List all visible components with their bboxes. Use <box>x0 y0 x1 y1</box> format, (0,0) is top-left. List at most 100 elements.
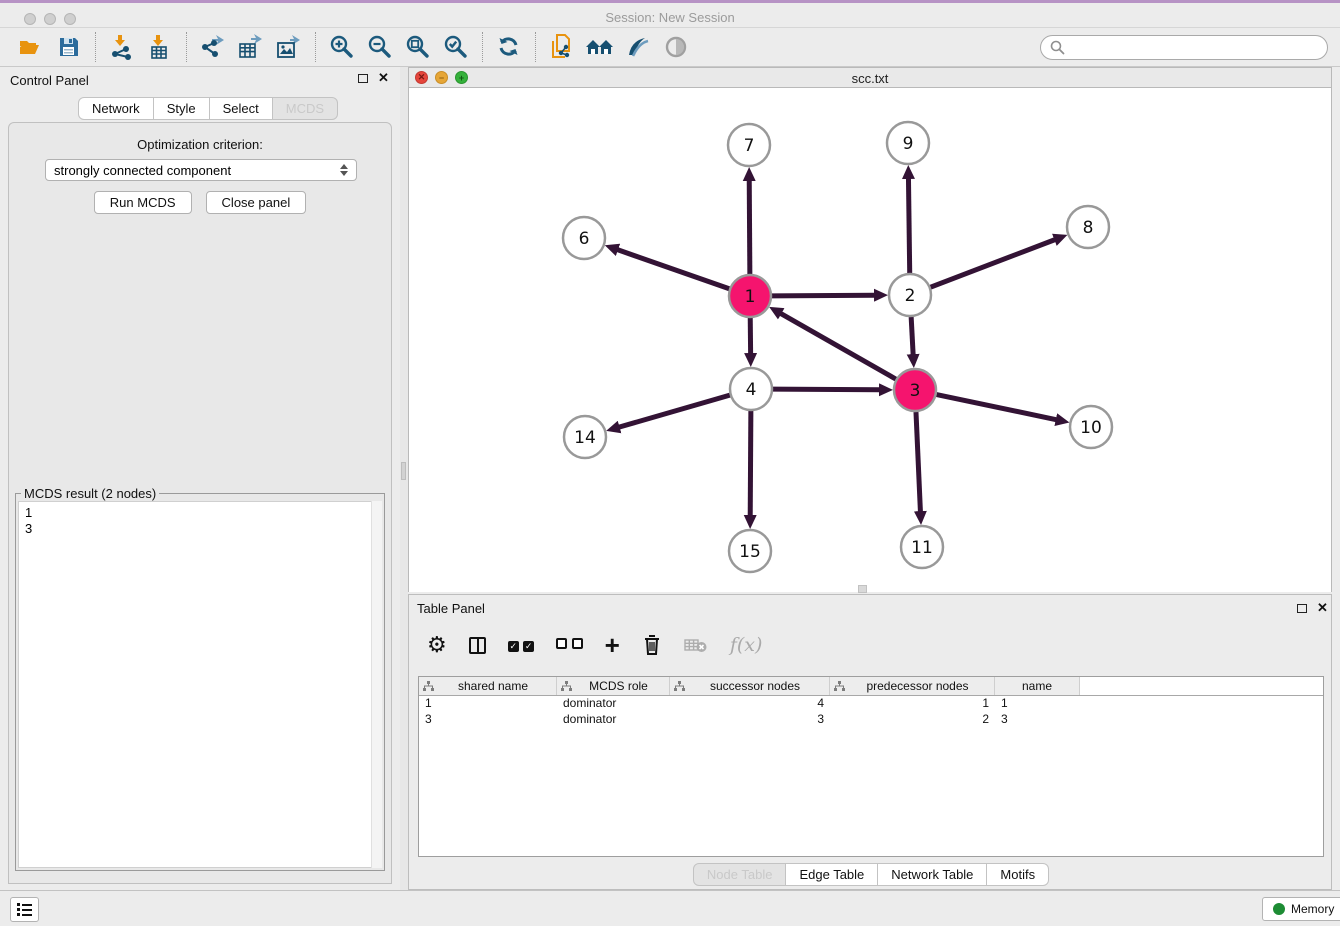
panel-divider[interactable] <box>400 67 408 890</box>
cell-shared-name[interactable]: 1 <box>419 696 557 712</box>
canvas-scrollbar-nub[interactable] <box>858 585 867 593</box>
task-history-button[interactable] <box>10 897 39 922</box>
tab-style[interactable]: Style <box>154 97 210 120</box>
search-box[interactable] <box>1040 35 1328 60</box>
node-label-11: 11 <box>911 538 933 558</box>
columns-icon[interactable] <box>469 637 486 654</box>
column-header[interactable]: predecessor nodes <box>830 677 995 695</box>
cell-shared-name[interactable]: 3 <box>419 712 557 728</box>
toolbar-separator <box>186 32 187 62</box>
import-table-button[interactable] <box>141 31 179 63</box>
eye-icon <box>664 35 688 59</box>
gear-icon[interactable]: ⚙ <box>427 635 447 655</box>
table-panel-title: Table Panel <box>417 601 485 616</box>
run-mcds-button[interactable]: Run MCDS <box>94 191 192 214</box>
table-toolbar: ⚙ ✓ ✓ + f(x) <box>419 627 1323 663</box>
edge-3-11[interactable] <box>916 412 920 512</box>
result-scrollbar[interactable] <box>371 501 382 868</box>
function-builder-icon[interactable]: f(x) <box>730 634 763 656</box>
toolbar-separator <box>315 32 316 62</box>
criterion-value: strongly connected component <box>54 163 231 178</box>
mcds-result-title: MCDS result (2 nodes) <box>21 486 159 501</box>
control-panel-tabs: Network Style Select MCDS <box>78 97 338 120</box>
add-icon[interactable]: + <box>605 635 620 655</box>
zoom-fit-icon <box>405 34 431 60</box>
mcds-result-list[interactable]: 1 3 <box>18 501 382 868</box>
cell-predecessor-nodes[interactable]: 2 <box>830 712 995 728</box>
cell-successor-nodes[interactable]: 3 <box>670 712 830 728</box>
tab-network[interactable]: Network <box>78 97 154 120</box>
clone-network-button[interactable] <box>543 31 581 63</box>
tab-node-table[interactable]: Node Table <box>693 863 787 886</box>
status-bar <box>0 890 1340 926</box>
tab-network-table[interactable]: Network Table <box>878 863 987 886</box>
float-panel-icon[interactable] <box>358 74 368 83</box>
tab-motifs[interactable]: Motifs <box>987 863 1049 886</box>
edge-2-8[interactable] <box>931 239 1056 287</box>
cell-predecessor-nodes[interactable]: 1 <box>830 696 995 712</box>
divider-grip[interactable] <box>401 462 406 480</box>
close-panel-icon[interactable]: ✕ <box>378 73 389 83</box>
export-network-button[interactable] <box>194 31 232 63</box>
export-table-button[interactable] <box>232 31 270 63</box>
open-session-button[interactable] <box>12 31 50 63</box>
import-network-button[interactable] <box>103 31 141 63</box>
delete-table-icon[interactable] <box>684 636 708 654</box>
show-graphics-button[interactable] <box>657 31 695 63</box>
tab-mcds[interactable]: MCDS <box>273 97 338 120</box>
column-header[interactable]: successor nodes <box>670 677 830 695</box>
select-all-icon[interactable]: ✓ ✓ <box>508 636 534 654</box>
zoom-in-button[interactable] <box>323 31 361 63</box>
edge-3-10[interactable] <box>937 395 1057 420</box>
column-header[interactable]: name <box>995 677 1080 695</box>
zoom-out-button[interactable] <box>361 31 399 63</box>
deselect-all-icon[interactable] <box>556 636 582 654</box>
close-panel-icon[interactable]: ✕ <box>1317 603 1328 613</box>
node-table[interactable]: shared name MCDS role successor nodes pr… <box>418 676 1324 857</box>
table-panel-window-buttons: ✕ <box>1297 603 1328 613</box>
edge-1-6[interactable] <box>617 250 729 289</box>
edge-2-9[interactable] <box>908 178 909 273</box>
float-panel-icon[interactable] <box>1297 604 1307 613</box>
export-image-button[interactable] <box>270 31 308 63</box>
session-title: Session: New Session <box>0 10 1340 25</box>
apply-style-button[interactable] <box>619 31 657 63</box>
criterion-dropdown[interactable]: strongly connected component <box>45 159 357 181</box>
close-panel-button[interactable]: Close panel <box>206 191 307 214</box>
cell-name[interactable]: 1 <box>995 696 1080 712</box>
table-row[interactable]: 1 dominator 4 1 1 <box>419 696 1323 712</box>
result-line: 3 <box>25 521 375 537</box>
delete-icon[interactable] <box>642 634 662 656</box>
optimization-criterion-label: Optimization criterion: <box>9 137 391 152</box>
edge-1-2[interactable] <box>772 295 875 296</box>
cell-successor-nodes[interactable]: 4 <box>670 696 830 712</box>
network-graph[interactable]: 7968124314101511 <box>409 88 1331 590</box>
refresh-button[interactable] <box>490 31 528 63</box>
edge-2-3[interactable] <box>911 317 913 355</box>
home-networks-icon <box>585 36 615 58</box>
import-network-icon <box>109 34 135 60</box>
column-header[interactable]: MCDS role <box>557 677 670 695</box>
cell-name[interactable]: 3 <box>995 712 1080 728</box>
cell-mcds-role[interactable]: dominator <box>557 712 670 728</box>
home-networks-button[interactable] <box>581 31 619 63</box>
cell-mcds-role[interactable]: dominator <box>557 696 670 712</box>
table-tabs: Node Table Edge Table Network Table Moti… <box>409 863 1333 886</box>
column-header[interactable]: shared name <box>419 677 557 695</box>
node-label-8: 8 <box>1083 218 1094 238</box>
tab-edge-table[interactable]: Edge Table <box>786 863 878 886</box>
tab-select[interactable]: Select <box>210 97 273 120</box>
edge-4-3[interactable] <box>773 389 880 390</box>
zoom-fit-button[interactable] <box>399 31 437 63</box>
edge-4-15[interactable] <box>750 411 751 516</box>
search-input[interactable] <box>1071 40 1318 55</box>
network-canvas[interactable]: 7968124314101511 <box>408 88 1332 592</box>
edge-4-14[interactable] <box>619 395 730 427</box>
edge-3-1[interactable] <box>780 313 895 379</box>
table-row[interactable]: 3 dominator 3 2 3 <box>419 712 1323 728</box>
edge-1-7[interactable] <box>749 180 750 274</box>
save-session-button[interactable] <box>50 31 88 63</box>
node-label-2: 2 <box>905 286 916 306</box>
memory-button[interactable]: Memory <box>1262 897 1340 921</box>
zoom-selected-button[interactable] <box>437 31 475 63</box>
